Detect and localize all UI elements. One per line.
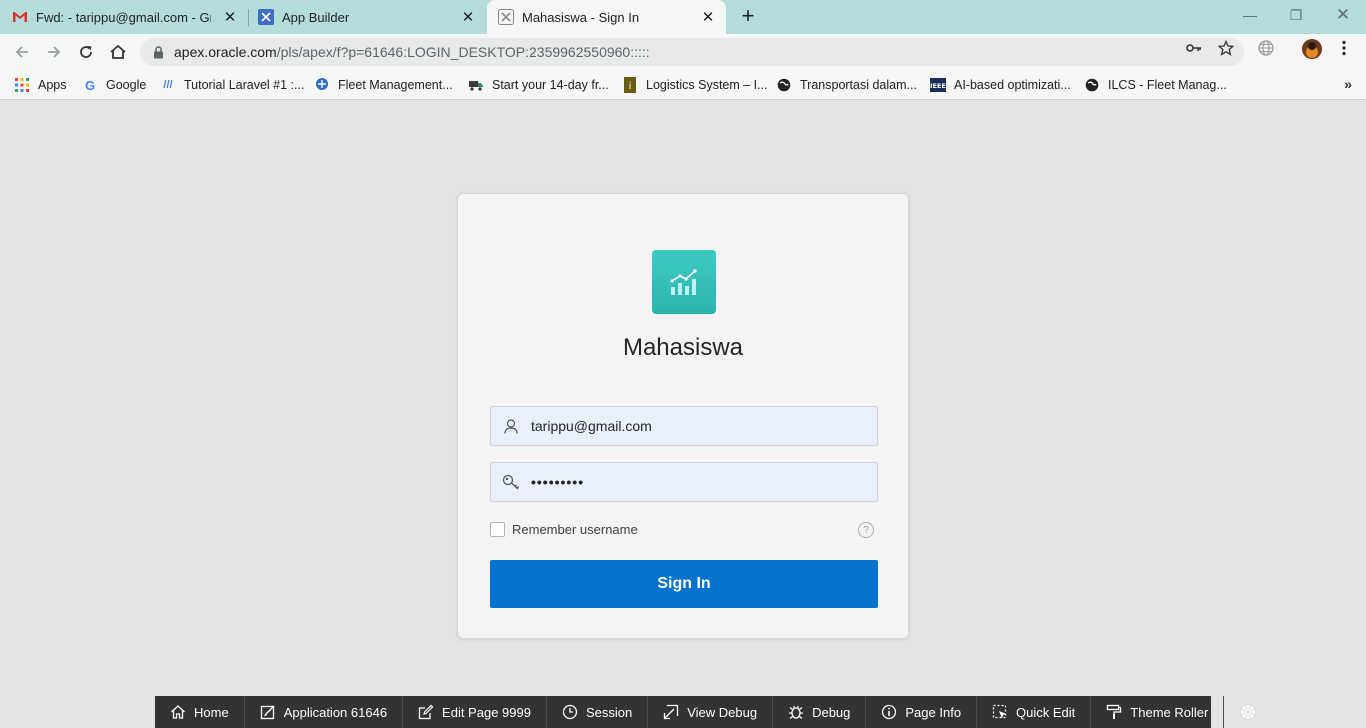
home-icon[interactable] (104, 38, 132, 66)
ieee-icon: IEEE (930, 77, 946, 93)
quick-edit-icon (992, 704, 1008, 720)
user-icon (491, 407, 531, 445)
close-icon[interactable]: ✕ (460, 9, 476, 26)
back-icon[interactable] (8, 38, 36, 66)
remember-username[interactable]: Remember username (490, 522, 638, 537)
svg-text:IEEE: IEEE (930, 82, 946, 90)
laravel-icon: /// (163, 79, 173, 91)
info-icon (881, 704, 897, 720)
home-icon (170, 704, 186, 720)
google-icon: G (84, 77, 96, 93)
view-debug-icon (663, 704, 679, 720)
remember-checkbox[interactable] (490, 522, 505, 537)
dev-settings-button[interactable] (1224, 696, 1272, 728)
bookmark-fleet-management[interactable]: Fleet Management... (314, 75, 453, 95)
dev-home-button[interactable]: Home (155, 696, 245, 728)
reload-icon[interactable] (72, 38, 100, 66)
app-builder-icon (258, 9, 274, 25)
restore-icon[interactable]: ❐ (1273, 0, 1319, 30)
tab-app-builder[interactable]: App Builder ✕ (258, 0, 486, 34)
bookmark-ai-optimization[interactable]: IEEE AI-based optimizati... (930, 75, 1071, 95)
truck-icon (468, 77, 484, 93)
gmail-icon (12, 9, 28, 25)
dev-edit-page-button[interactable]: Edit Page 9999 (403, 696, 547, 728)
address-bar[interactable]: apex.oracle.com/pls/apex/f?p=61646:LOGIN… (140, 38, 1244, 66)
key-icon (491, 463, 531, 501)
bookmark-start-trial[interactable]: Start your 14-day fr... (468, 75, 609, 95)
tab-sign-in[interactable]: Mahasiswa - Sign In ✕ (487, 0, 726, 34)
remember-label: Remember username (512, 522, 638, 537)
dev-application-button[interactable]: Application 61646 (245, 696, 404, 728)
tab-title: App Builder (282, 9, 350, 25)
window-close-icon[interactable]: ✕ (1320, 0, 1366, 30)
username-field[interactable] (490, 406, 878, 446)
bug-icon (788, 704, 804, 720)
lock-icon (153, 45, 165, 59)
bookmark-apps[interactable]: Apps (14, 75, 67, 95)
edit-page-icon (418, 704, 434, 720)
gear-icon (1240, 704, 1256, 720)
key-icon[interactable] (1186, 40, 1202, 56)
login-card: Mahasiswa Remember username ? Sign In (457, 193, 909, 639)
edit-icon (260, 704, 276, 720)
globe-icon (776, 77, 792, 93)
close-icon[interactable]: ✕ (222, 9, 238, 26)
help-icon[interactable]: ? (858, 522, 874, 538)
globe-icon (1084, 77, 1100, 93)
dev-session-button[interactable]: Session (547, 696, 649, 728)
dev-debug-button[interactable]: Debug (773, 696, 867, 728)
bookmark-google[interactable]: G Google (82, 75, 146, 95)
dev-theme-roller-button[interactable]: Theme Roller (1091, 696, 1225, 728)
paint-roller-icon (1106, 704, 1122, 720)
new-tab-button[interactable]: + (736, 5, 760, 29)
page-title: Mahasiswa (622, 334, 744, 361)
url-text: apex.oracle.com/pls/apex/f?p=61646:LOGIN… (174, 44, 650, 60)
dev-page-info-button[interactable]: Page Info (866, 696, 978, 728)
tab-title: Mahasiswa - Sign In (522, 9, 640, 25)
bookmark-laravel[interactable]: /// Tutorial Laravel #1 :... (160, 75, 304, 95)
browser-toolbar: apex.oracle.com/pls/apex/f?p=61646:LOGIN… (0, 34, 1366, 70)
username-input[interactable] (531, 418, 861, 434)
close-icon[interactable]: ✕ (700, 9, 716, 26)
dev-quick-edit-button[interactable]: Quick Edit (977, 696, 1092, 728)
password-field[interactable] (490, 462, 878, 502)
tab-gmail[interactable]: Fwd: - tarippu@gmail.com - Gma ✕ (12, 0, 248, 34)
bookmarks-overflow-icon[interactable]: » (1344, 76, 1352, 92)
svg-text:i: i (629, 81, 632, 92)
avatar[interactable] (1302, 39, 1322, 59)
tab-strip: Fwd: - tarippu@gmail.com - Gma ✕ App Bui… (0, 0, 1366, 34)
bookmark-ilcs[interactable]: ILCS - Fleet Manag... (1084, 75, 1227, 95)
fleet-icon (314, 77, 330, 93)
logistics-icon: i (622, 77, 638, 93)
tab-title: Fwd: - tarippu@gmail.com - Gma (36, 9, 211, 25)
forward-icon[interactable] (40, 38, 68, 66)
sign-in-button[interactable]: Sign In (490, 560, 878, 608)
minimize-icon[interactable]: — (1227, 0, 1273, 30)
extension-globe-icon[interactable] (1258, 40, 1274, 56)
menu-kebab-icon[interactable] (1336, 40, 1352, 56)
dev-view-debug-button[interactable]: View Debug (648, 696, 774, 728)
apps-grid-icon (14, 77, 30, 93)
apex-icon (498, 9, 514, 25)
password-input[interactable] (531, 474, 861, 490)
app-chart-icon (652, 250, 716, 314)
bookmark-star-icon[interactable] (1218, 40, 1234, 56)
bookmarks-bar: Apps G Google /// Tutorial Laravel #1 :.… (0, 70, 1366, 100)
bookmark-transportasi[interactable]: Transportasi dalam... (776, 75, 917, 95)
bookmark-logistics[interactable]: i Logistics System – I... (622, 75, 768, 95)
developer-toolbar: Home Application 61646 Edit Page 9999 Se… (155, 696, 1256, 728)
clock-icon (562, 704, 578, 720)
